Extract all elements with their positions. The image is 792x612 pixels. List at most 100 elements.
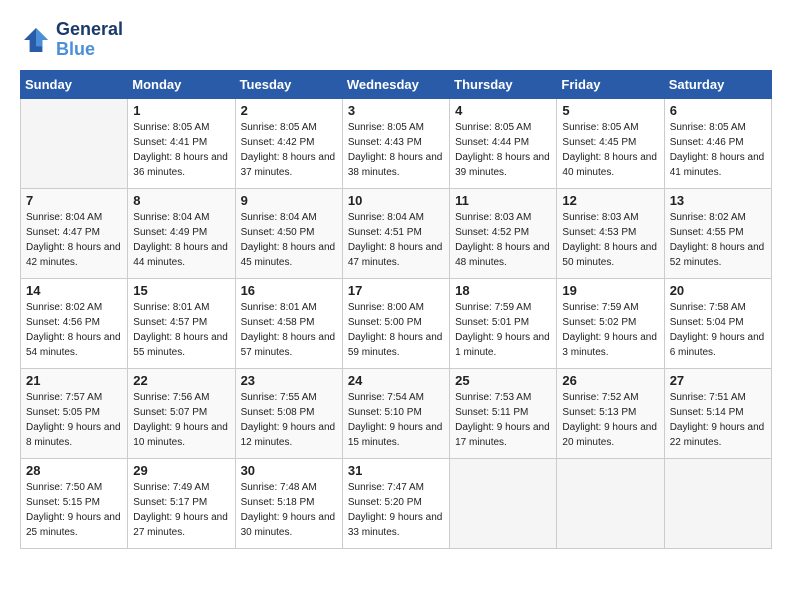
daylight-label: Daylight: 9 hours and 33 minutes. (348, 512, 443, 538)
sunset-label: Sunset: 4:57 PM (133, 317, 207, 328)
day-number: 18 (455, 283, 551, 298)
sunrise-label: Sunrise: 8:04 AM (241, 212, 317, 223)
sunrise-label: Sunrise: 8:03 AM (562, 212, 638, 223)
daylight-label: Daylight: 8 hours and 40 minutes. (562, 152, 657, 178)
calendar-cell: 11 Sunrise: 8:03 AM Sunset: 4:52 PM Dayl… (450, 188, 557, 278)
daylight-label: Daylight: 8 hours and 54 minutes. (26, 332, 121, 358)
calendar-cell: 3 Sunrise: 8:05 AM Sunset: 4:43 PM Dayli… (342, 98, 449, 188)
sunrise-label: Sunrise: 8:05 AM (348, 122, 424, 133)
sunrise-label: Sunrise: 8:03 AM (455, 212, 531, 223)
logo-text: General Blue (56, 20, 123, 60)
sunset-label: Sunset: 4:47 PM (26, 227, 100, 238)
day-number: 9 (241, 193, 337, 208)
sunset-label: Sunset: 4:53 PM (562, 227, 636, 238)
calendar-cell: 5 Sunrise: 8:05 AM Sunset: 4:45 PM Dayli… (557, 98, 664, 188)
day-info: Sunrise: 7:47 AM Sunset: 5:20 PM Dayligh… (348, 480, 444, 540)
sunset-label: Sunset: 5:11 PM (455, 407, 528, 418)
calendar-cell: 2 Sunrise: 8:05 AM Sunset: 4:42 PM Dayli… (235, 98, 342, 188)
sunset-label: Sunset: 4:52 PM (455, 227, 529, 238)
sunrise-label: Sunrise: 8:04 AM (133, 212, 209, 223)
calendar-cell (450, 458, 557, 548)
sunrise-label: Sunrise: 8:05 AM (133, 122, 209, 133)
sunrise-label: Sunrise: 7:50 AM (26, 482, 102, 493)
sunrise-label: Sunrise: 8:01 AM (241, 302, 317, 313)
sunrise-label: Sunrise: 7:58 AM (670, 302, 746, 313)
sunrise-label: Sunrise: 8:05 AM (670, 122, 746, 133)
daylight-label: Daylight: 8 hours and 36 minutes. (133, 152, 228, 178)
sunset-label: Sunset: 4:44 PM (455, 137, 529, 148)
sunrise-label: Sunrise: 7:51 AM (670, 392, 746, 403)
daylight-label: Daylight: 8 hours and 38 minutes. (348, 152, 443, 178)
calendar-cell: 1 Sunrise: 8:05 AM Sunset: 4:41 PM Dayli… (128, 98, 235, 188)
sunset-label: Sunset: 4:50 PM (241, 227, 315, 238)
sunrise-label: Sunrise: 8:02 AM (26, 302, 102, 313)
day-info: Sunrise: 7:57 AM Sunset: 5:05 PM Dayligh… (26, 390, 122, 450)
sunrise-label: Sunrise: 8:02 AM (670, 212, 746, 223)
sunset-label: Sunset: 4:49 PM (133, 227, 207, 238)
calendar-cell: 24 Sunrise: 7:54 AM Sunset: 5:10 PM Dayl… (342, 368, 449, 458)
day-info: Sunrise: 7:48 AM Sunset: 5:18 PM Dayligh… (241, 480, 337, 540)
sunrise-label: Sunrise: 8:04 AM (348, 212, 424, 223)
day-info: Sunrise: 7:55 AM Sunset: 5:08 PM Dayligh… (241, 390, 337, 450)
calendar-table: SundayMondayTuesdayWednesdayThursdayFrid… (20, 70, 772, 549)
day-number: 25 (455, 373, 551, 388)
day-number: 20 (670, 283, 766, 298)
daylight-label: Daylight: 9 hours and 25 minutes. (26, 512, 121, 538)
day-info: Sunrise: 8:02 AM Sunset: 4:55 PM Dayligh… (670, 210, 766, 270)
day-number: 14 (26, 283, 122, 298)
day-info: Sunrise: 8:05 AM Sunset: 4:44 PM Dayligh… (455, 120, 551, 180)
sunrise-label: Sunrise: 7:47 AM (348, 482, 424, 493)
day-info: Sunrise: 8:01 AM Sunset: 4:58 PM Dayligh… (241, 300, 337, 360)
day-info: Sunrise: 8:05 AM Sunset: 4:42 PM Dayligh… (241, 120, 337, 180)
calendar-cell: 4 Sunrise: 8:05 AM Sunset: 4:44 PM Dayli… (450, 98, 557, 188)
calendar-cell: 14 Sunrise: 8:02 AM Sunset: 4:56 PM Dayl… (21, 278, 128, 368)
daylight-label: Daylight: 9 hours and 1 minute. (455, 332, 550, 358)
weekday-header: Thursday (450, 70, 557, 98)
calendar-cell: 31 Sunrise: 7:47 AM Sunset: 5:20 PM Dayl… (342, 458, 449, 548)
day-number: 31 (348, 463, 444, 478)
calendar-cell: 17 Sunrise: 8:00 AM Sunset: 5:00 PM Dayl… (342, 278, 449, 368)
day-info: Sunrise: 8:04 AM Sunset: 4:51 PM Dayligh… (348, 210, 444, 270)
day-number: 30 (241, 463, 337, 478)
daylight-label: Daylight: 8 hours and 47 minutes. (348, 242, 443, 268)
day-info: Sunrise: 8:01 AM Sunset: 4:57 PM Dayligh… (133, 300, 229, 360)
calendar-cell: 23 Sunrise: 7:55 AM Sunset: 5:08 PM Dayl… (235, 368, 342, 458)
day-info: Sunrise: 7:58 AM Sunset: 5:04 PM Dayligh… (670, 300, 766, 360)
day-number: 1 (133, 103, 229, 118)
day-info: Sunrise: 7:59 AM Sunset: 5:01 PM Dayligh… (455, 300, 551, 360)
daylight-label: Daylight: 9 hours and 22 minutes. (670, 422, 765, 448)
sunset-label: Sunset: 4:45 PM (562, 137, 636, 148)
calendar-cell: 27 Sunrise: 7:51 AM Sunset: 5:14 PM Dayl… (664, 368, 771, 458)
calendar-cell: 18 Sunrise: 7:59 AM Sunset: 5:01 PM Dayl… (450, 278, 557, 368)
weekday-header: Monday (128, 70, 235, 98)
sunset-label: Sunset: 5:20 PM (348, 497, 422, 508)
day-number: 2 (241, 103, 337, 118)
day-number: 19 (562, 283, 658, 298)
weekday-header: Tuesday (235, 70, 342, 98)
sunset-label: Sunset: 5:15 PM (26, 497, 100, 508)
sunrise-label: Sunrise: 8:04 AM (26, 212, 102, 223)
sunset-label: Sunset: 4:56 PM (26, 317, 100, 328)
sunrise-label: Sunrise: 8:05 AM (455, 122, 531, 133)
daylight-label: Daylight: 9 hours and 3 minutes. (562, 332, 657, 358)
sunset-label: Sunset: 5:04 PM (670, 317, 744, 328)
day-info: Sunrise: 8:05 AM Sunset: 4:41 PM Dayligh… (133, 120, 229, 180)
daylight-label: Daylight: 8 hours and 59 minutes. (348, 332, 443, 358)
daylight-label: Daylight: 9 hours and 10 minutes. (133, 422, 228, 448)
calendar-cell: 12 Sunrise: 8:03 AM Sunset: 4:53 PM Dayl… (557, 188, 664, 278)
calendar-cell: 25 Sunrise: 7:53 AM Sunset: 5:11 PM Dayl… (450, 368, 557, 458)
calendar-cell: 26 Sunrise: 7:52 AM Sunset: 5:13 PM Dayl… (557, 368, 664, 458)
day-number: 13 (670, 193, 766, 208)
day-number: 4 (455, 103, 551, 118)
daylight-label: Daylight: 8 hours and 37 minutes. (241, 152, 336, 178)
day-number: 29 (133, 463, 229, 478)
sunrise-label: Sunrise: 7:48 AM (241, 482, 317, 493)
sunrise-label: Sunrise: 7:56 AM (133, 392, 209, 403)
day-number: 10 (348, 193, 444, 208)
day-number: 23 (241, 373, 337, 388)
sunset-label: Sunset: 5:17 PM (133, 497, 207, 508)
weekday-header: Saturday (664, 70, 771, 98)
day-number: 8 (133, 193, 229, 208)
calendar-cell: 15 Sunrise: 8:01 AM Sunset: 4:57 PM Dayl… (128, 278, 235, 368)
daylight-label: Daylight: 9 hours and 15 minutes. (348, 422, 443, 448)
